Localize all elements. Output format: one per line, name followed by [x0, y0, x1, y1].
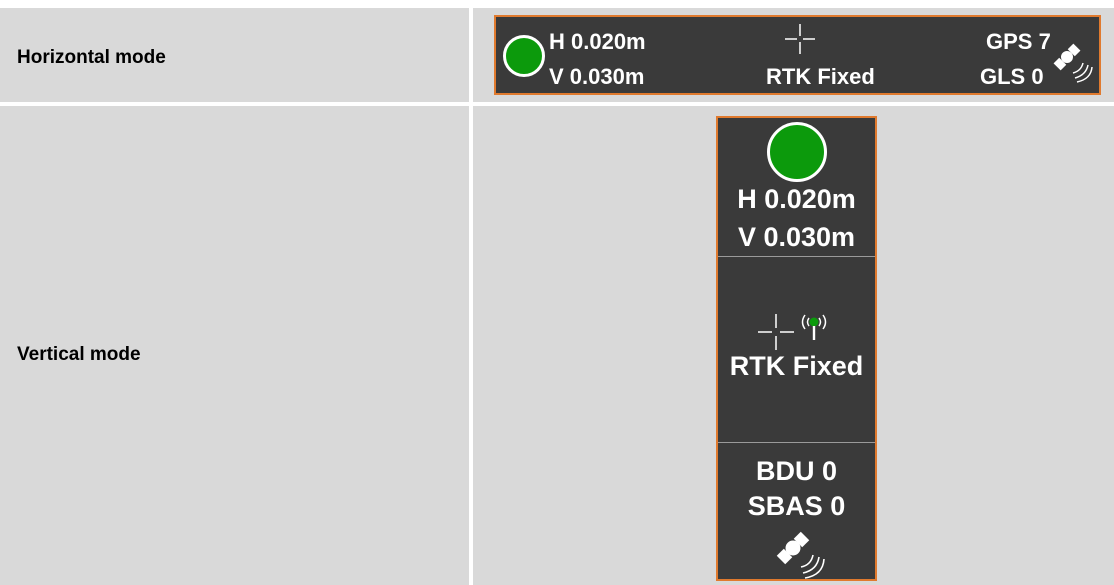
radio-antenna-icon: [801, 314, 827, 340]
vertical-precision: V 0.030m: [549, 64, 645, 89]
glonass-count: GLS 0: [980, 64, 1044, 89]
separator: [718, 442, 875, 443]
gps-count: GPS 7: [986, 29, 1051, 54]
beidou-count: BDU 0: [755, 456, 837, 486]
status-dot-icon: [767, 122, 827, 182]
horizontal-status-bar[interactable]: H 0.020m V 0.030m RTK Fixed GPS 7 GLS 0: [494, 15, 1101, 95]
horizontal-mode-label: Horizontal mode: [17, 47, 166, 68]
crosshair-icon: [785, 24, 815, 54]
satellite-icon: [1053, 43, 1093, 83]
solution-status: RTK Fixed: [729, 351, 864, 381]
status-dot-icon: [503, 35, 545, 77]
horizontal-precision: H 0.020m: [737, 184, 856, 214]
sbas-count: SBAS 0: [747, 491, 846, 521]
solution-status: RTK Fixed: [766, 64, 875, 89]
separator: [718, 256, 875, 257]
satellite-icon: [776, 531, 825, 579]
crosshair-icon: [758, 314, 794, 350]
horizontal-precision: H 0.020m: [549, 29, 646, 54]
vertical-mode-label: Vertical mode: [17, 344, 141, 365]
vertical-precision: V 0.030m: [737, 222, 856, 252]
vertical-status-bar[interactable]: H 0.020m V 0.030m RTK Fixed BDU 0 SBAS 0: [716, 116, 877, 581]
